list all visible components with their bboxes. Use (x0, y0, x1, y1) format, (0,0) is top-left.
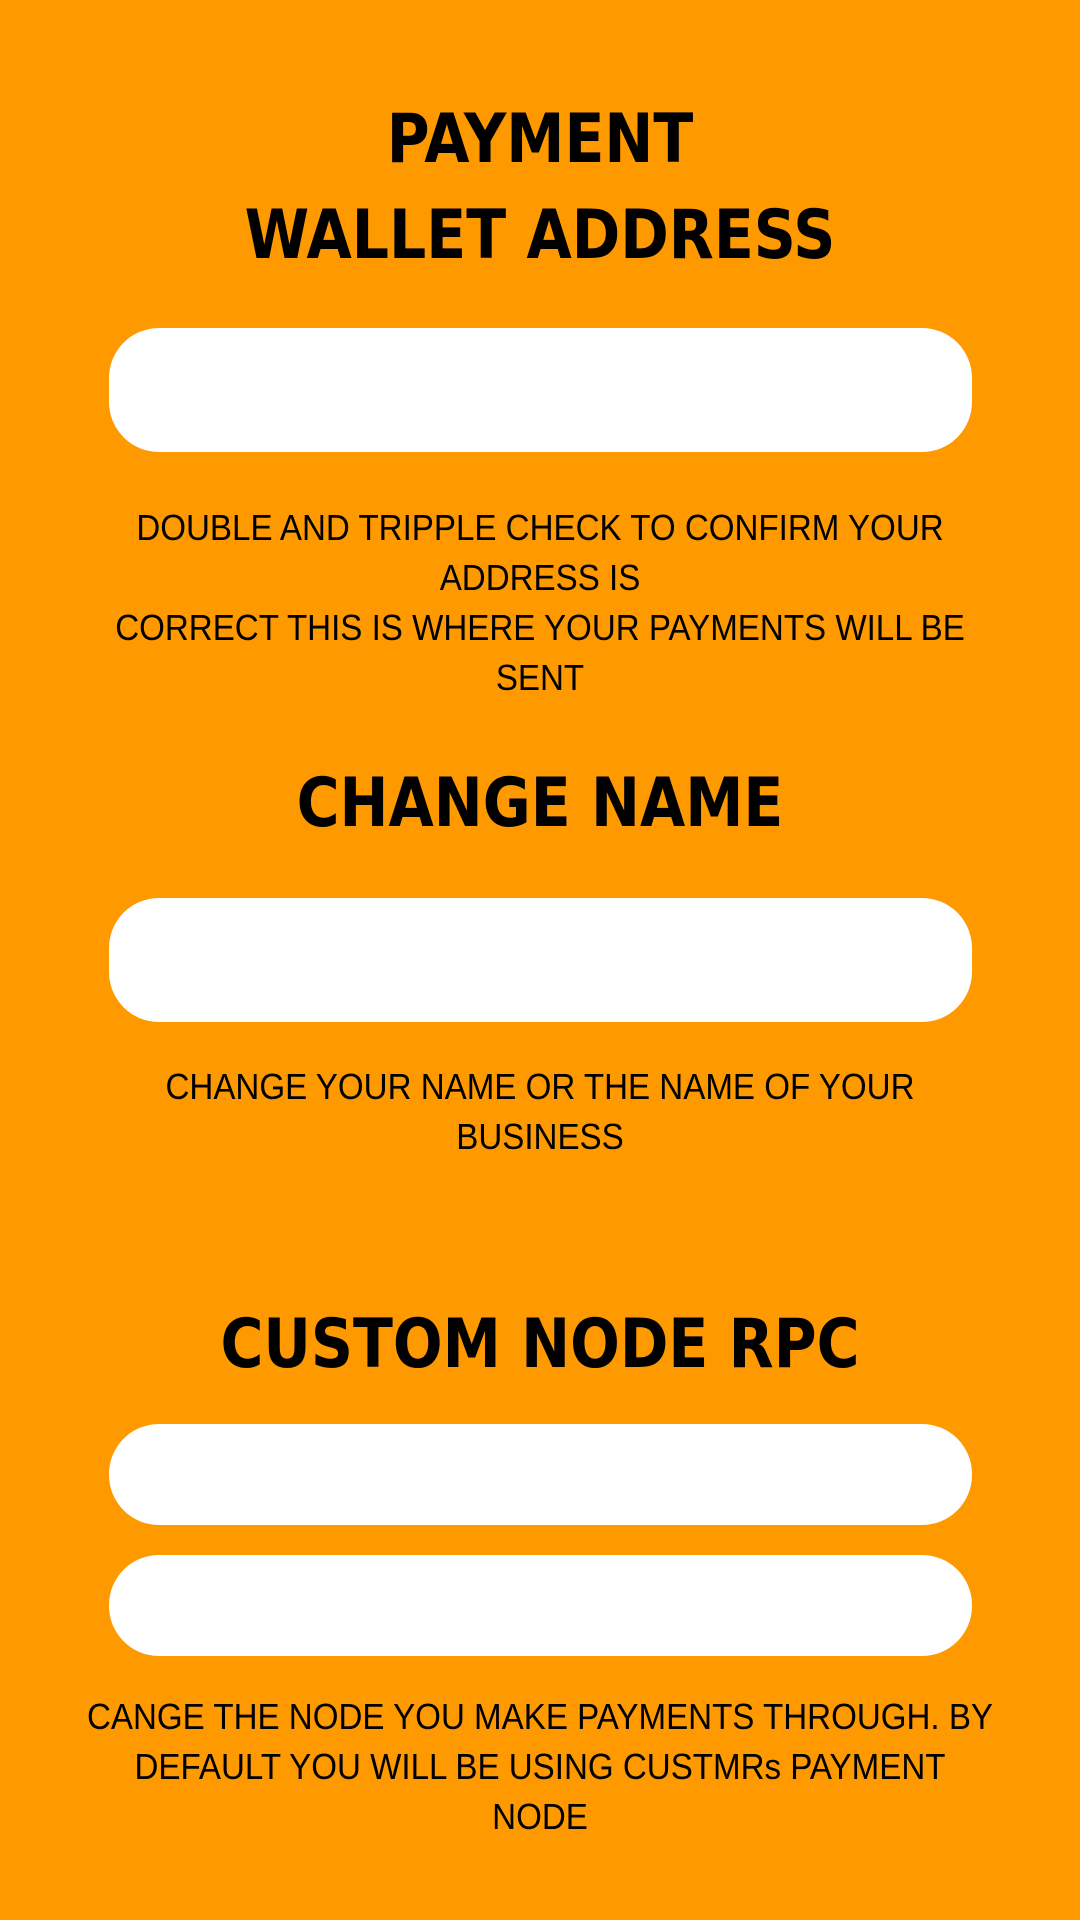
wallet-helper-line-1: DOUBLE AND TRIPPLE CHECK TO CONFIRM YOUR… (136, 507, 944, 598)
custom-node-helper-line-1: CANGE THE NODE YOU MAKE PAYMENTS THROUGH… (86, 1696, 994, 1737)
custom-node-heading: CUSTOM NODE RPC (76, 1297, 1005, 1393)
wallet-address-heading: PAYMENT WALLET ADDRESS (76, 92, 1005, 284)
custom-node-helper: CANGE THE NODE YOU MAKE PAYMENTS THROUGH… (80, 1692, 1000, 1842)
custom-node-input-2[interactable] (109, 1555, 972, 1656)
change-name-helper: CHANGE YOUR NAME OR THE NAME OF YOUR BUS… (80, 1062, 1000, 1162)
custom-node-helper-line-2: DEFAULT YOU WILL BE USING CUSTMRs PAYMEN… (134, 1746, 946, 1787)
wallet-helper-line-2: CORRECT THIS IS WHERE YOUR PAYMENTS WILL… (115, 607, 965, 698)
change-name-helper-text: CHANGE YOUR NAME OR THE NAME OF YOUR BUS… (165, 1066, 915, 1157)
wallet-address-input[interactable] (109, 328, 972, 452)
change-name-input[interactable] (109, 898, 972, 1022)
custom-node-helper-line-3: NODE (492, 1796, 588, 1837)
wallet-heading-line-2: WALLET ADDRESS (244, 196, 836, 275)
change-name-heading: CHANGE NAME (76, 756, 1005, 852)
wallet-address-helper: DOUBLE AND TRIPPLE CHECK TO CONFIRM YOUR… (80, 503, 1000, 703)
settings-screen: PAYMENT WALLET ADDRESS DOUBLE AND TRIPPL… (0, 0, 1080, 1920)
custom-node-heading-text: CUSTOM NODE RPC (220, 1305, 860, 1384)
wallet-heading-line-1: PAYMENT (386, 100, 694, 179)
change-name-heading-text: CHANGE NAME (296, 764, 784, 843)
custom-node-input-1[interactable] (109, 1424, 972, 1525)
